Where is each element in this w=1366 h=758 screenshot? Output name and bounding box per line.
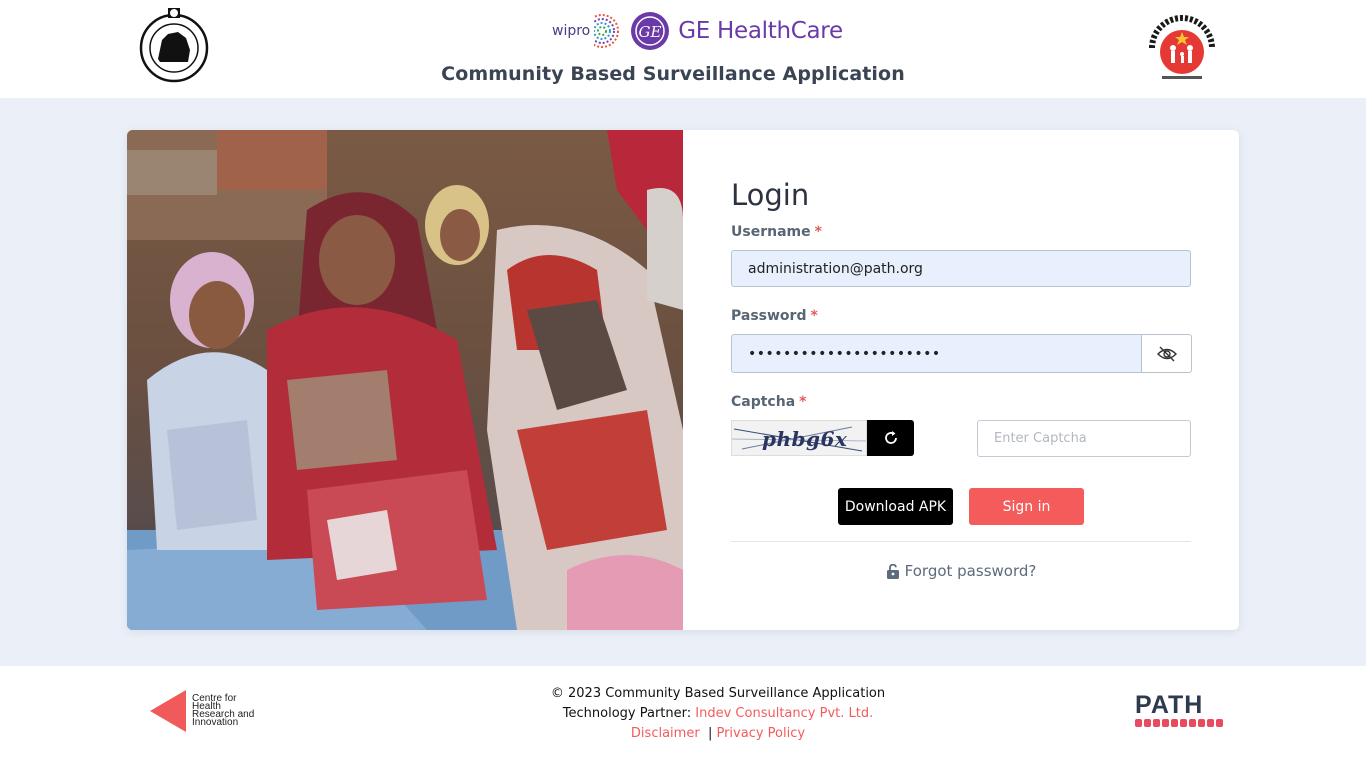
captcha-image: phbg6x: [731, 420, 867, 456]
username-label-text: Username: [731, 224, 811, 240]
privacy-policy-link[interactable]: Privacy Policy: [716, 726, 805, 741]
username-field[interactable]: administration@path.org: [731, 250, 1191, 287]
ge-logo-icon: GE: [631, 12, 670, 50]
sign-in-button[interactable]: Sign in: [969, 488, 1084, 525]
sponsor-logos: wipro GE GE HealthCare: [552, 10, 843, 52]
form-divider: [731, 541, 1191, 542]
forgot-password-text: Forgot password?: [904, 562, 1037, 580]
required-marker: *: [799, 394, 807, 410]
ge-healthcare-logo: GE GE HealthCare: [630, 11, 843, 51]
ge-healthcare-text: GE HealthCare: [678, 18, 843, 44]
footer-links: Disclaimer | Privacy Policy: [0, 724, 1366, 744]
username-label: Username *: [731, 224, 822, 240]
path-logo-text: PATH: [1135, 691, 1204, 719]
forgot-password-link[interactable]: Forgot password?: [731, 562, 1191, 580]
path-logo-icon: PATH: [1135, 692, 1223, 727]
username-value: administration@path.org: [748, 260, 923, 277]
captcha-label-text: Captcha: [731, 394, 796, 410]
page-header: wipro GE GE HealthCare Community Based S…: [0, 0, 1366, 98]
captcha-input[interactable]: Enter Captcha: [977, 420, 1191, 457]
login-form: Login Username * administration@path.org …: [731, 130, 1192, 630]
password-label: Password *: [731, 308, 818, 324]
login-card: Login Username * administration@path.org …: [127, 130, 1239, 630]
login-title: Login: [731, 178, 810, 212]
captcha-label: Captcha *: [731, 394, 806, 410]
password-field[interactable]: ••••••••••••••••••••••: [731, 334, 1142, 373]
tech-partner-prefix: Technology Partner:: [562, 706, 692, 721]
hero-photo: [127, 130, 683, 630]
required-marker: *: [810, 308, 818, 324]
captcha-text: phbg6x: [762, 427, 848, 451]
wipro-logo: wipro: [552, 11, 620, 51]
tech-partner-link[interactable]: Indev Consultancy Pvt. Ltd.: [695, 706, 873, 721]
wipro-text: wipro: [552, 23, 591, 39]
refresh-icon: [884, 431, 897, 444]
required-marker: *: [814, 224, 822, 240]
password-value: ••••••••••••••••••••••: [748, 345, 941, 362]
path-logo-pattern: [1135, 719, 1223, 727]
toggle-password-button[interactable]: [1141, 334, 1192, 373]
link-separator: |: [707, 726, 713, 741]
captcha-placeholder: Enter Captcha: [994, 431, 1087, 446]
disclaimer-link[interactable]: Disclaimer: [631, 726, 700, 741]
unlock-icon: [886, 563, 899, 579]
wipro-logo-icon: [594, 14, 620, 48]
nhm-logo-icon: [1138, 10, 1226, 84]
download-apk-button[interactable]: Download APK: [838, 488, 953, 525]
refresh-captcha-button[interactable]: [867, 420, 914, 456]
page-footer: Centre for Health Research and Innovatio…: [0, 666, 1366, 758]
eye-slash-icon: [1156, 346, 1177, 361]
ge-monogram: GE: [639, 23, 662, 41]
password-label-text: Password: [731, 308, 807, 324]
